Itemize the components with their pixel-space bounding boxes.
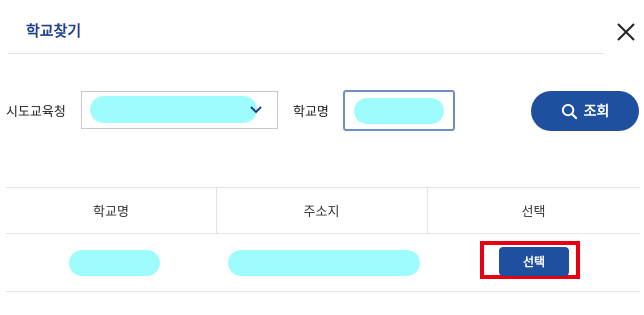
redacted-school-cell [69, 250, 160, 276]
redacted-sido-value [90, 96, 257, 123]
school-search-dialog: 학교찾기 시도교육청 학교명 조회 학교명 주소지 선택 선택 [0, 0, 644, 315]
column-header-school: 학교명 [93, 204, 129, 220]
search-button-label: 조회 [583, 104, 610, 120]
search-button[interactable]: 조회 [531, 91, 639, 131]
sido-label: 시도교육청 [6, 105, 66, 120]
select-row-button[interactable]: 선택 [499, 247, 569, 276]
column-separator [427, 187, 428, 233]
title-divider [8, 53, 604, 54]
column-header-select: 선택 [521, 204, 546, 220]
column-header-address: 주소지 [303, 204, 340, 220]
dialog-title: 학교찾기 [26, 22, 82, 40]
close-button[interactable] [614, 20, 638, 44]
sido-select[interactable] [81, 91, 278, 129]
column-separator [216, 187, 217, 233]
redacted-school-name [354, 98, 444, 124]
redacted-address-cell [228, 250, 420, 276]
table-row: 선택 [6, 234, 640, 291]
row-bottom-border [6, 291, 640, 292]
close-icon [617, 23, 635, 41]
school-name-input[interactable] [343, 90, 455, 131]
chevron-down-icon [250, 106, 262, 114]
search-icon [561, 103, 577, 119]
school-name-label: 학교명 [293, 105, 329, 120]
